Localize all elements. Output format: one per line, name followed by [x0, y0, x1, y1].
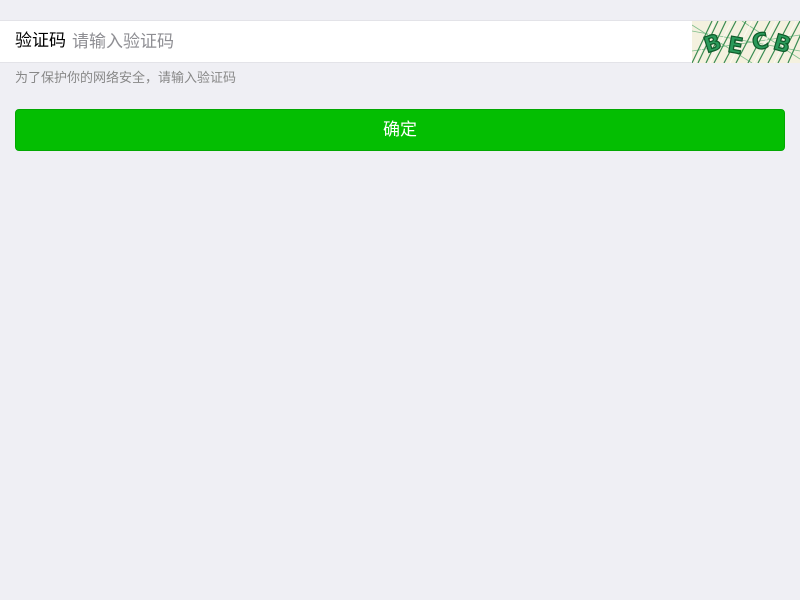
- confirm-button[interactable]: 确定: [15, 109, 785, 151]
- captcha-label: 验证码: [15, 31, 66, 51]
- page: 验证码 请输入验证码 B E C B 为了保护你的网络安全，请输入验证码 确定: [0, 0, 800, 600]
- captcha-input[interactable]: [70, 21, 682, 62]
- captcha-row: 验证码 请输入验证码 B E C B: [0, 20, 800, 63]
- captcha-image[interactable]: B E C B: [692, 21, 800, 63]
- security-hint-text: 为了保护你的网络安全，请输入验证码: [15, 71, 237, 86]
